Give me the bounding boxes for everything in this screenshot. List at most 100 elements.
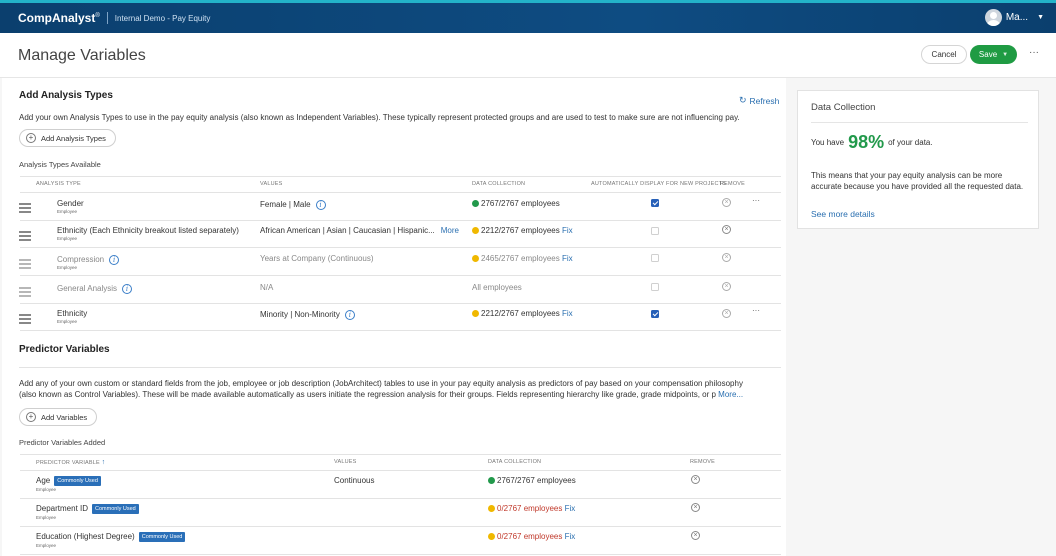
predictor-variable-values: Continuous	[334, 476, 375, 485]
column-header-predictor-variable[interactable]: PREDICTOR VARIABLE ↑	[36, 459, 105, 466]
page-header: Manage Variables Cancel Save ▼ ···	[0, 33, 1056, 78]
warning-icon	[472, 255, 479, 262]
drag-handle-icon[interactable]	[19, 259, 31, 271]
fix-link[interactable]: Fix	[562, 309, 573, 318]
divider	[20, 192, 781, 193]
analysis-type-name: Compression i	[57, 255, 120, 265]
drag-handle-icon[interactable]	[19, 203, 31, 215]
plus-icon: +	[26, 412, 36, 422]
remove-icon[interactable]: ×	[722, 225, 731, 234]
commonly-used-badge: Commonly Used	[54, 476, 101, 486]
drag-handle-icon[interactable]	[19, 314, 31, 326]
predictor-variable-source: Employee	[36, 543, 57, 548]
user-menu[interactable]: Ma... ▼	[984, 9, 1044, 26]
column-header-remove: REMOVE	[720, 181, 746, 187]
divider	[19, 367, 781, 368]
data-collection-description: This means that your pay equity analysis…	[811, 171, 1024, 191]
data-collection-status: 0/2767 employees Fix	[488, 504, 575, 513]
column-header-data-collection[interactable]: DATA COLLECTION	[472, 181, 525, 187]
column-header-analysis-type[interactable]: ANALYSIS TYPE	[36, 181, 81, 187]
column-header-values[interactable]: VALUES	[260, 181, 283, 187]
auto-display-checkbox[interactable]	[651, 310, 659, 318]
warning-icon	[472, 227, 479, 234]
auto-display-checkbox[interactable]	[651, 254, 659, 262]
analysis-type-name: General Analysis i	[57, 284, 133, 294]
analysis-types-description: Add your own Analysis Types to use in th…	[19, 113, 740, 122]
drag-handle-icon[interactable]	[19, 287, 31, 299]
row-menu-icon[interactable]: ···	[752, 306, 760, 315]
save-button[interactable]: Save ▼	[970, 45, 1017, 64]
remove-icon[interactable]: ×	[722, 282, 731, 291]
fix-link[interactable]: Fix	[565, 504, 576, 513]
row-menu-icon[interactable]: ···	[752, 196, 760, 205]
divider	[20, 247, 781, 248]
analysis-type-values: African American | Asian | Caucasian | H…	[260, 226, 459, 235]
analysis-type-source: Employee	[57, 319, 78, 324]
analysis-type-name: Ethnicity	[57, 309, 88, 318]
check-circle-icon	[472, 200, 479, 207]
divider	[811, 122, 1028, 123]
divider	[20, 470, 781, 471]
auto-display-checkbox[interactable]	[651, 283, 659, 291]
divider	[20, 176, 781, 177]
remove-icon[interactable]: ×	[691, 475, 700, 484]
commonly-used-badge: Commonly Used	[138, 532, 186, 542]
info-icon[interactable]: i	[344, 310, 355, 320]
add-analysis-types-button[interactable]: + Add Analysis Types	[19, 129, 116, 147]
refresh-button[interactable]: ↻ Refresh	[739, 95, 779, 106]
predictor-variable-source: Employee	[36, 487, 57, 492]
remove-icon[interactable]: ×	[691, 503, 700, 512]
see-more-details-link[interactable]: See more details	[811, 209, 875, 219]
analysis-type-name: Gender	[57, 199, 84, 208]
data-collection-status: All employees	[472, 283, 522, 292]
column-header-auto-display[interactable]: AUTOMATICALLY DISPLAY FOR NEW PROJECTS	[591, 181, 726, 187]
column-header-data-collection[interactable]: DATA COLLECTION	[488, 459, 541, 465]
chevron-down-icon[interactable]: ▼	[1002, 52, 1008, 58]
more-link[interactable]: More	[441, 226, 459, 235]
remove-icon[interactable]: ×	[722, 198, 731, 207]
check-circle-icon	[488, 477, 495, 484]
predictor-variable-name: Age Commonly Used	[36, 476, 101, 486]
info-icon[interactable]: i	[109, 255, 120, 265]
info-icon[interactable]: i	[122, 284, 133, 294]
warning-icon	[488, 505, 495, 512]
column-header-values[interactable]: VALUES	[334, 459, 357, 465]
remove-icon[interactable]: ×	[722, 253, 731, 262]
remove-icon[interactable]: ×	[691, 531, 700, 540]
divider	[20, 220, 781, 221]
fix-link[interactable]: Fix	[562, 226, 573, 235]
cancel-button[interactable]: Cancel	[921, 45, 967, 64]
fix-link[interactable]: Fix	[562, 254, 573, 263]
more-link[interactable]: More...	[718, 390, 743, 399]
analysis-types-heading: Add Analysis Types	[19, 90, 113, 101]
divider	[20, 330, 781, 331]
divider	[20, 303, 781, 304]
predictor-variables-added-label: Predictor Variables Added	[19, 438, 106, 447]
more-options-icon[interactable]: ···	[1029, 47, 1039, 58]
plus-icon: +	[26, 133, 36, 143]
divider	[20, 554, 781, 555]
data-collection-summary: You have 98% of your data.	[811, 132, 933, 152]
predictor-description-line-2: (also known as Control Variables). These…	[19, 390, 744, 399]
predictor-variable-source: Employee	[36, 515, 57, 520]
analysis-types-available-label: Analysis Types Available	[19, 160, 101, 169]
fix-link[interactable]: Fix	[565, 532, 576, 541]
predictor-variable-name: Department ID Commonly Used	[36, 504, 139, 514]
page-title: Manage Variables	[18, 47, 146, 64]
analysis-type-values: N/A	[260, 283, 274, 292]
predictor-variable-name: Education (Highest Degree) Commonly Used	[36, 532, 186, 542]
user-name: Ma...	[1005, 12, 1029, 23]
drag-handle-icon[interactable]	[19, 231, 31, 243]
divider	[20, 526, 781, 527]
add-variables-button[interactable]: + Add Variables	[19, 408, 98, 426]
variables-panel: Add Analysis Types ↻ Refresh Add your own…	[2, 78, 786, 556]
auto-display-checkbox[interactable]	[651, 199, 659, 207]
auto-display-checkbox[interactable]	[651, 227, 659, 235]
brand-logo[interactable]: CompAnalyst®	[18, 11, 100, 25]
remove-icon[interactable]: ×	[722, 309, 731, 318]
divider	[20, 454, 781, 455]
sort-ascending-icon[interactable]: ↑	[102, 459, 106, 466]
info-icon[interactable]: i	[315, 200, 326, 210]
top-navigation-bar: CompAnalyst® Internal Demo - Pay Equity …	[0, 0, 1056, 33]
analysis-type-values: Minority | Non-Minority i	[260, 310, 355, 320]
